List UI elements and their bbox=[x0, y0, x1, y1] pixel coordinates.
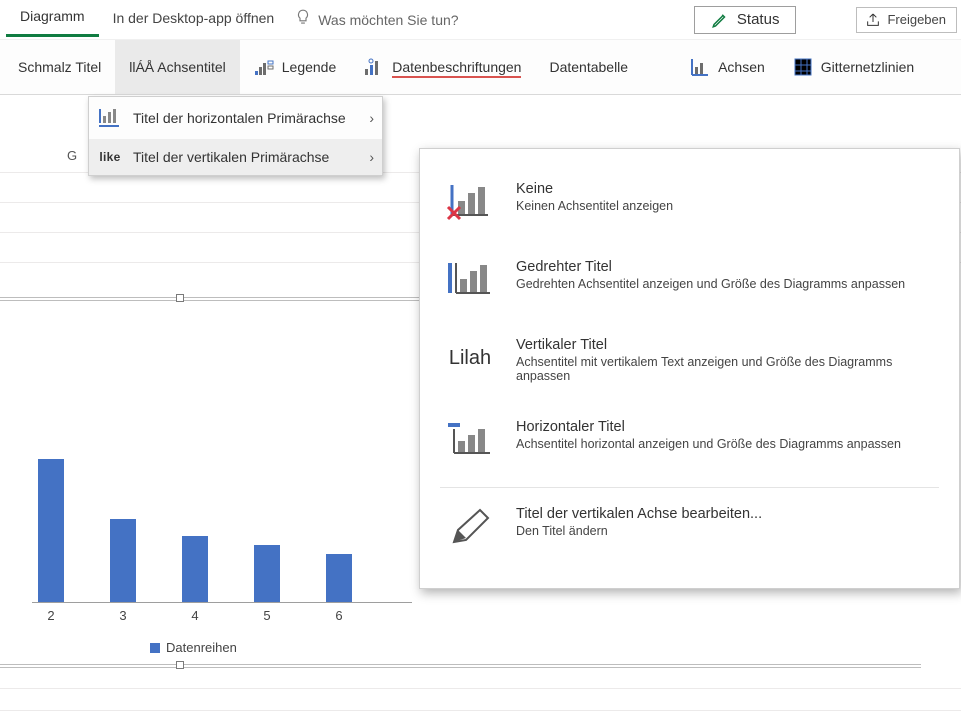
share-icon bbox=[865, 12, 881, 28]
gridlines-label: Gitternetzlinien bbox=[821, 59, 914, 75]
option-vertical-title[interactable]: Lilah Vertikaler Titel Achsentitel mit v… bbox=[422, 323, 957, 405]
data-labels-icon bbox=[364, 57, 384, 77]
chart-x-tick-label: 3 bbox=[110, 608, 136, 623]
option-vertical-title-label: Vertikaler Titel bbox=[516, 337, 939, 353]
option-rotated-title[interactable]: Gedrehter Titel Gedrehten Achsentitel an… bbox=[422, 245, 957, 323]
title-bar: Diagramm In der Desktop-app öffnen Was m… bbox=[0, 0, 961, 40]
option-edit-label: Titel der vertikalen Achse bearbeiten... bbox=[516, 506, 762, 522]
primary-vertical-axis-title-label: Titel der vertikalen Primärachse bbox=[133, 149, 329, 165]
primary-horizontal-axis-title-label: Titel der horizontalen Primärachse bbox=[133, 110, 346, 126]
chart-x-tick-label: 2 bbox=[38, 608, 64, 623]
edit-icon bbox=[446, 506, 494, 548]
primary-vertical-axis-title[interactable]: like Titel der vertikalen Primärachse › bbox=[89, 139, 382, 175]
chart-resize-handle-bottom[interactable] bbox=[176, 661, 184, 669]
chart-bar[interactable] bbox=[38, 459, 64, 602]
chart-x-axis bbox=[32, 602, 412, 603]
axis-titles-label: llÁÅ Achsentitel bbox=[129, 59, 226, 75]
option-rotated-title-sub: Gedrehten Achsentitel anzeigen und Größe… bbox=[516, 277, 905, 291]
pencil-icon bbox=[711, 11, 729, 29]
axis-titles-dropdown: Titel der horizontalen Primärachse › lik… bbox=[88, 96, 383, 176]
option-horizontal-title-sub: Achsentitel horizontal anzeigen und Größ… bbox=[516, 437, 901, 451]
chart-x-tick-label: 5 bbox=[254, 608, 280, 623]
chart-x-tick-label: 6 bbox=[326, 608, 352, 623]
chart-legend[interactable]: Datenreihen bbox=[150, 640, 237, 655]
tab-chart[interactable]: Diagramm bbox=[6, 2, 99, 37]
chart-bar[interactable] bbox=[182, 536, 208, 602]
chart-title-button[interactable]: Schmalz Titel bbox=[4, 40, 115, 94]
option-none[interactable]: Keine Keinen Achsentitel anzeigen bbox=[422, 167, 957, 245]
chevron-right-icon: › bbox=[369, 149, 374, 165]
tell-me-search[interactable]: Was möchten Sie tun? bbox=[318, 12, 458, 28]
chart-title-label: Schmalz Titel bbox=[18, 59, 101, 75]
option-rotated-title-label: Gedrehter Titel bbox=[516, 259, 905, 275]
legend-icon bbox=[254, 57, 274, 77]
gridlines-button[interactable]: Gitternetzlinien bbox=[779, 40, 928, 94]
data-table-button[interactable]: Datentabelle bbox=[535, 40, 642, 94]
chart-x-tick-label: 4 bbox=[182, 608, 208, 623]
option-none-title: Keine bbox=[516, 181, 673, 197]
col-header-g[interactable]: G bbox=[62, 148, 82, 168]
chart-resize-handle-top[interactable] bbox=[176, 294, 184, 302]
option-none-sub: Keinen Achsentitel anzeigen bbox=[516, 199, 673, 213]
vertical-axis-title-options: Keine Keinen Achsentitel anzeigen Gedreh… bbox=[419, 148, 960, 589]
rotated-title-icon bbox=[446, 259, 494, 301]
option-horizontal-title-label: Horizontaler Titel bbox=[516, 419, 901, 435]
vertical-title-icon: Lilah bbox=[446, 337, 494, 379]
option-edit-axis-title[interactable]: Titel der vertikalen Achse bearbeiten...… bbox=[422, 492, 957, 570]
chart-bar[interactable] bbox=[326, 554, 352, 602]
vertical-axis-icon: like bbox=[97, 150, 123, 164]
data-table-label: Datentabelle bbox=[549, 59, 628, 75]
none-icon bbox=[446, 181, 494, 223]
horizontal-title-icon bbox=[446, 419, 494, 461]
legend-button[interactable]: Legende bbox=[240, 40, 351, 94]
chart-bar[interactable] bbox=[110, 519, 136, 602]
chart-ribbon: Schmalz Titel llÁÅ Achsentitel Legende D… bbox=[0, 40, 961, 95]
status-button[interactable]: Status bbox=[694, 6, 797, 34]
chart-plot-area[interactable]: 2 3 4 5 6 bbox=[32, 446, 412, 621]
gridlines-icon bbox=[793, 57, 813, 77]
status-label: Status bbox=[737, 11, 780, 28]
horizontal-axis-icon bbox=[97, 107, 123, 129]
axes-button[interactable]: Achsen bbox=[676, 40, 779, 94]
option-edit-sub: Den Titel ändern bbox=[516, 524, 762, 538]
chart-bar[interactable] bbox=[254, 545, 280, 602]
axes-label: Achsen bbox=[718, 59, 765, 75]
share-button[interactable]: Freigeben bbox=[856, 7, 957, 33]
axis-titles-button[interactable]: llÁÅ Achsentitel bbox=[115, 40, 240, 94]
open-in-desktop-button[interactable]: In der Desktop-app öffnen bbox=[99, 4, 289, 36]
legend-swatch bbox=[150, 643, 160, 653]
option-horizontal-title[interactable]: Horizontaler Titel Achsentitel horizonta… bbox=[422, 405, 957, 483]
axes-icon bbox=[690, 57, 710, 77]
chevron-right-icon: › bbox=[369, 110, 374, 126]
option-vertical-title-sub: Achsentitel mit vertikalem Text anzeigen… bbox=[516, 355, 939, 383]
data-labels-label: Datenbeschriftungen bbox=[392, 59, 521, 75]
share-label: Freigeben bbox=[887, 12, 946, 27]
data-labels-button[interactable]: Datenbeschriftungen bbox=[350, 40, 535, 94]
legend-label: Legende bbox=[282, 59, 337, 75]
primary-horizontal-axis-title[interactable]: Titel der horizontalen Primärachse › bbox=[89, 97, 382, 139]
legend-text: Datenreihen bbox=[166, 640, 237, 655]
lightbulb-icon bbox=[294, 8, 312, 31]
